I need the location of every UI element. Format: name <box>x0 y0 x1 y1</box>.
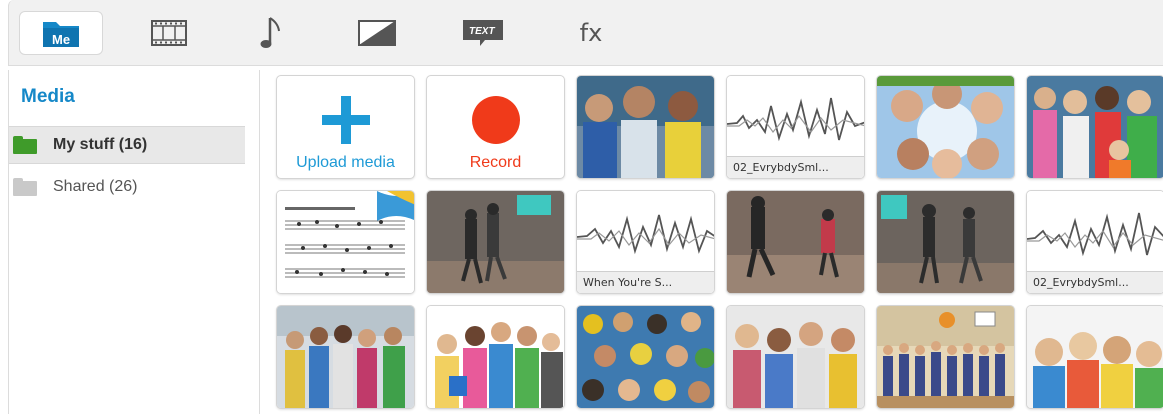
media-tile-image[interactable] <box>426 305 565 409</box>
toolbar: Me TEXT fx <box>8 0 1163 66</box>
sidebar-item-shared[interactable]: Shared (26) <box>9 168 245 206</box>
photo-thumbnail <box>877 306 1014 408</box>
media-tile-image[interactable] <box>576 75 715 179</box>
media-tile-audio[interactable]: 02_EvrybdySml... <box>1026 190 1163 294</box>
media-caption: 02_EvrybdySml... <box>727 156 864 178</box>
sidebar: Media My stuff (16) Shared (26) <box>8 70 260 414</box>
tab-media[interactable]: Me <box>19 11 103 55</box>
media-tile-image[interactable] <box>876 305 1015 409</box>
tab-audio[interactable] <box>229 11 313 55</box>
sidebar-item-label: Shared (26) <box>53 178 138 195</box>
media-folder-icon: Me <box>43 22 79 47</box>
tab-effects[interactable]: fx <box>549 11 633 55</box>
photo-thumbnail <box>727 306 864 408</box>
media-tile-image[interactable] <box>876 75 1015 179</box>
media-tile-image[interactable] <box>576 305 715 409</box>
media-tile-image[interactable] <box>1026 305 1163 409</box>
media-tile-image[interactable] <box>276 190 415 294</box>
photo-thumbnail <box>277 306 414 408</box>
document-thumbnail <box>277 191 414 293</box>
music-note-icon <box>260 17 280 48</box>
photo-thumbnail <box>427 306 564 408</box>
photo-thumbnail <box>1027 306 1163 408</box>
sidebar-item-my-stuff[interactable]: My stuff (16) <box>9 126 245 164</box>
record-label: Record <box>469 154 522 171</box>
media-caption: 02_EvrybdySml... <box>1027 271 1163 293</box>
media-tile-image[interactable] <box>276 305 415 409</box>
sidebar-item-label: My stuff (16) <box>53 136 148 153</box>
transition-icon <box>358 20 396 46</box>
media-tile-video[interactable] <box>876 190 1015 294</box>
media-tile-image[interactable] <box>1026 75 1163 179</box>
sidebar-title: Media <box>21 86 75 107</box>
video-thumbnail <box>877 191 1014 293</box>
media-icon-label: Me <box>52 32 70 47</box>
folder-icon <box>13 136 37 154</box>
video-thumbnail <box>727 191 864 293</box>
media-tile-video[interactable] <box>426 190 565 294</box>
record-button[interactable]: Record <box>426 75 565 179</box>
tab-text[interactable]: TEXT <box>441 11 525 55</box>
tab-video[interactable] <box>127 11 211 55</box>
plus-icon <box>322 96 370 144</box>
photo-thumbnail <box>877 76 1014 178</box>
tab-transitions[interactable] <box>335 11 419 55</box>
film-strip-icon <box>151 20 187 46</box>
media-tile-audio[interactable]: When You're S... <box>576 190 715 294</box>
photo-thumbnail <box>577 306 714 408</box>
record-dot-icon <box>472 96 520 144</box>
folder-icon <box>13 178 37 196</box>
video-thumbnail <box>427 191 564 293</box>
photo-thumbnail <box>577 76 714 178</box>
media-tile-image[interactable] <box>726 305 865 409</box>
media-tile-audio[interactable]: 02_EvrybdySml... <box>726 75 865 179</box>
media-editor: Me TEXT fx Media My stuff (16) Shared (2… <box>0 0 1163 414</box>
media-tile-video[interactable] <box>726 190 865 294</box>
text-icon-label: TEXT <box>469 26 495 37</box>
text-icon: TEXT <box>463 20 503 46</box>
upload-media-button[interactable]: Upload media <box>276 75 415 179</box>
media-caption: When You're S... <box>577 271 714 293</box>
photo-thumbnail <box>1027 76 1163 178</box>
effects-icon: fx <box>579 19 603 47</box>
upload-media-label: Upload media <box>296 154 395 171</box>
